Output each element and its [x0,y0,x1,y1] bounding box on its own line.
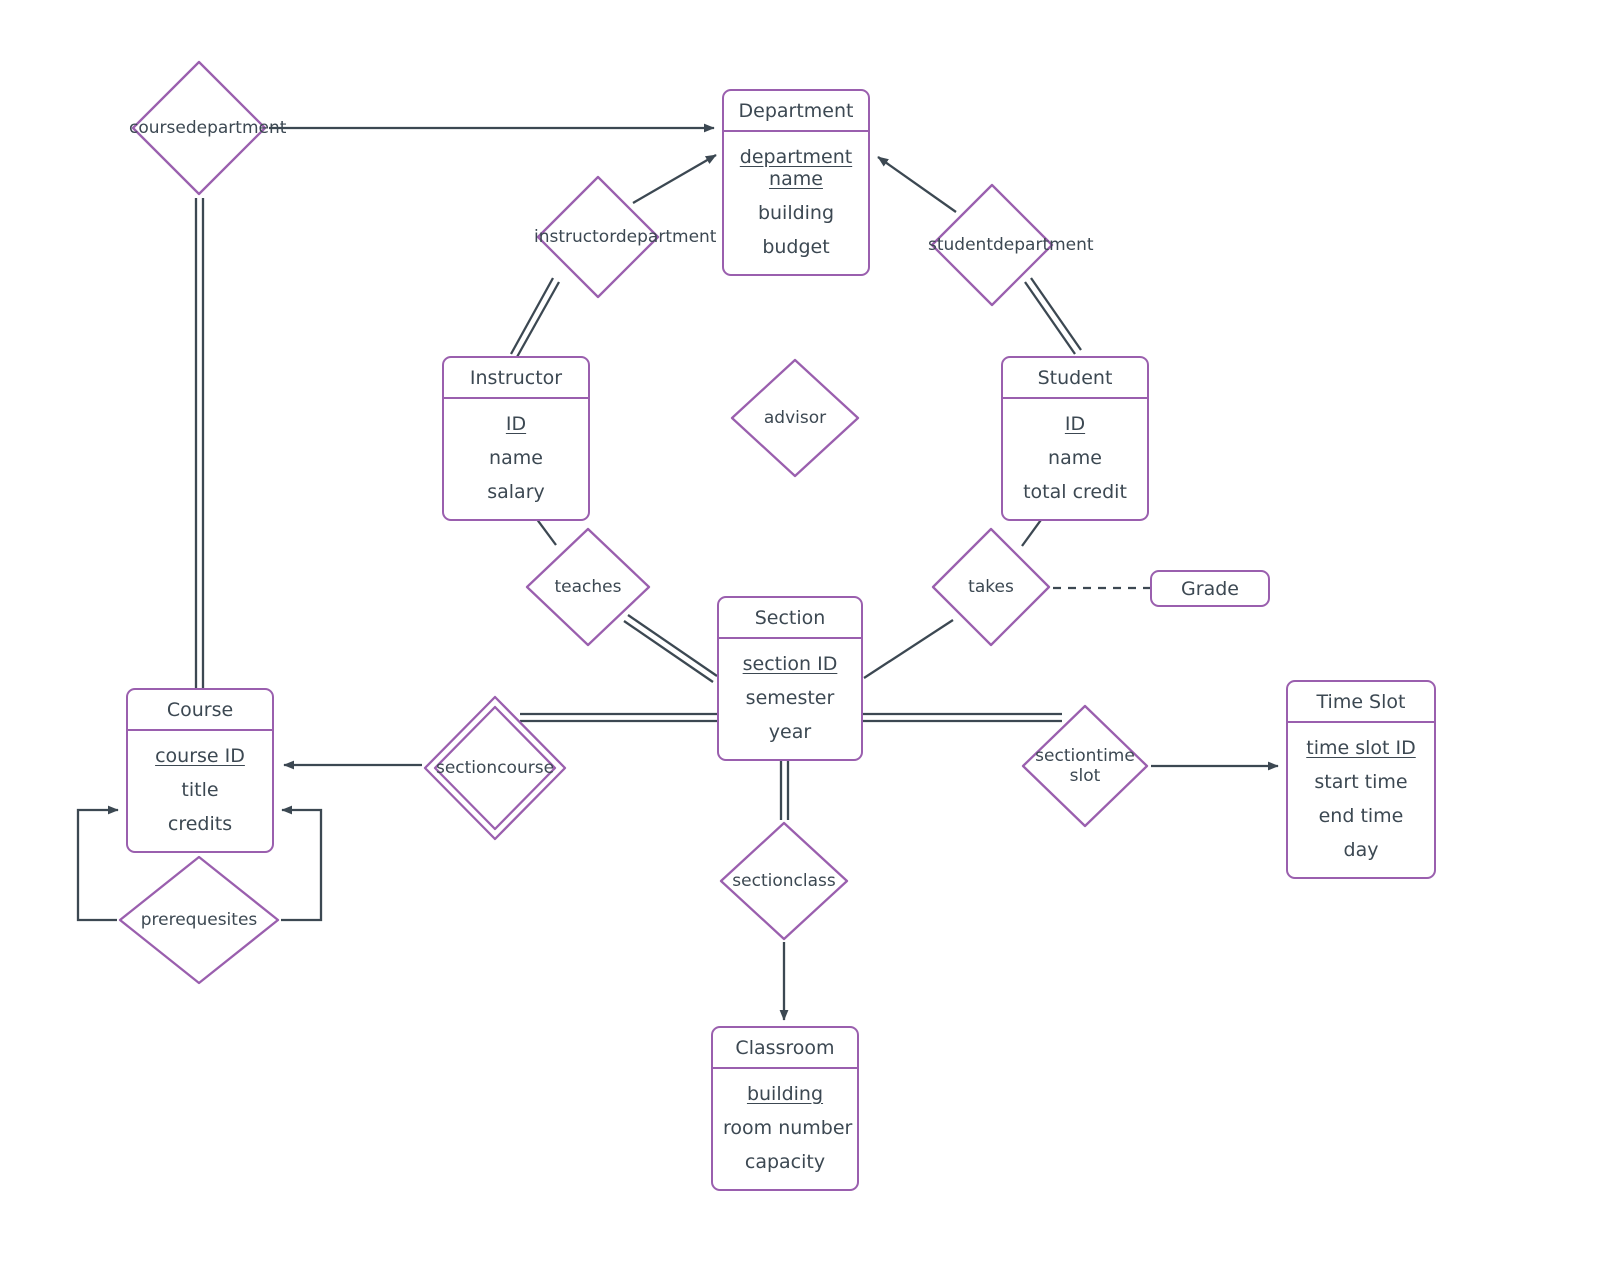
attribute-name: name [489,447,543,469]
relationship-section-class[interactable]: sectionclass [717,820,851,942]
attribute-department-name: department name [739,146,853,190]
er-diagram-canvas: Department department name building budge… [0,0,1600,1280]
relationship-advisor[interactable]: advisor [728,356,862,480]
attribute-day: day [1343,839,1379,861]
attribute-capacity: capacity [744,1151,826,1173]
entity-title: Classroom [713,1028,857,1069]
entity-section[interactable]: Section section ID semester year [717,596,863,761]
entity-title: Student [1003,358,1147,399]
attribute-name: name [1048,447,1102,469]
attribute-course-id: course ID [155,745,245,767]
entity-classroom[interactable]: Classroom building room number capacity [711,1026,859,1191]
entity-attributes: building room number capacity [713,1069,857,1189]
entity-title: Course [128,690,272,731]
attribute-id: ID [1064,413,1086,435]
attribute-credits: credits [167,813,233,835]
attribute-start-time: start time [1314,771,1408,793]
attribute-total-credit: total credit [1023,481,1127,503]
entity-attributes: ID name total credit [1003,399,1147,519]
attribute-year: year [768,721,812,743]
attribute-room-number: room number [723,1117,853,1139]
entity-attributes: course ID title credits [128,731,272,851]
entity-time-slot[interactable]: Time Slot time slot ID start time end ti… [1286,680,1436,879]
relationship-course-department[interactable]: coursedepartment [129,58,286,198]
entity-title: Instructor [444,358,588,399]
diamond-shape-double [423,695,567,841]
relationship-section-course[interactable]: sectioncourse [422,694,568,842]
entity-title: Time Slot [1288,682,1434,723]
relationship-student-department[interactable]: studentdepartment [928,181,1094,309]
attribute-building: building [757,202,835,224]
diamond-shape [930,183,1054,307]
entity-attributes: section ID semester year [719,639,861,759]
diamond-shape [536,175,660,299]
attribute-end-time: end time [1318,805,1404,827]
entity-attributes: department name building budget [724,132,868,274]
attribute-budget: budget [762,236,830,258]
relationship-teaches[interactable]: teaches [523,525,653,649]
attribute-semester: semester [745,687,835,709]
entity-title: Section [719,598,861,639]
entity-student[interactable]: Student ID name total credit [1001,356,1149,521]
attribute-box-grade[interactable]: Grade [1150,570,1270,607]
attribute-section-id: section ID [742,653,838,675]
diamond-shape [1021,704,1149,828]
entity-department[interactable]: Department department name building budge… [722,89,870,276]
relationship-section-time-slot[interactable]: sectiontime slot [1019,702,1151,830]
attribute-title: title [181,779,219,801]
diamond-shape [931,527,1051,647]
attribute-id: ID [505,413,527,435]
attribute-building: building [746,1083,824,1105]
diamond-shape [525,527,651,647]
entity-title: Department [724,91,868,132]
entity-attributes: time slot ID start time end time day [1288,723,1434,877]
entity-attributes: ID name salary [444,399,588,519]
attribute-time-slot-id: time slot ID [1306,737,1416,759]
entity-instructor[interactable]: Instructor ID name salary [442,356,590,521]
diamond-shape [730,358,860,478]
diamond-shape [131,60,267,196]
relationship-instructor-department[interactable]: instructordepartment [534,173,716,301]
relationship-prerequesites[interactable]: prerequesites [117,854,281,986]
edge-prerequesites-course-right [281,805,323,922]
relationship-takes[interactable]: takes [929,525,1053,649]
diamond-shape [719,821,849,941]
edge-prerequesites-course-left [76,805,119,922]
diamond-shape [118,855,280,985]
attribute-salary: salary [487,481,545,503]
entity-course[interactable]: Course course ID title credits [126,688,274,853]
